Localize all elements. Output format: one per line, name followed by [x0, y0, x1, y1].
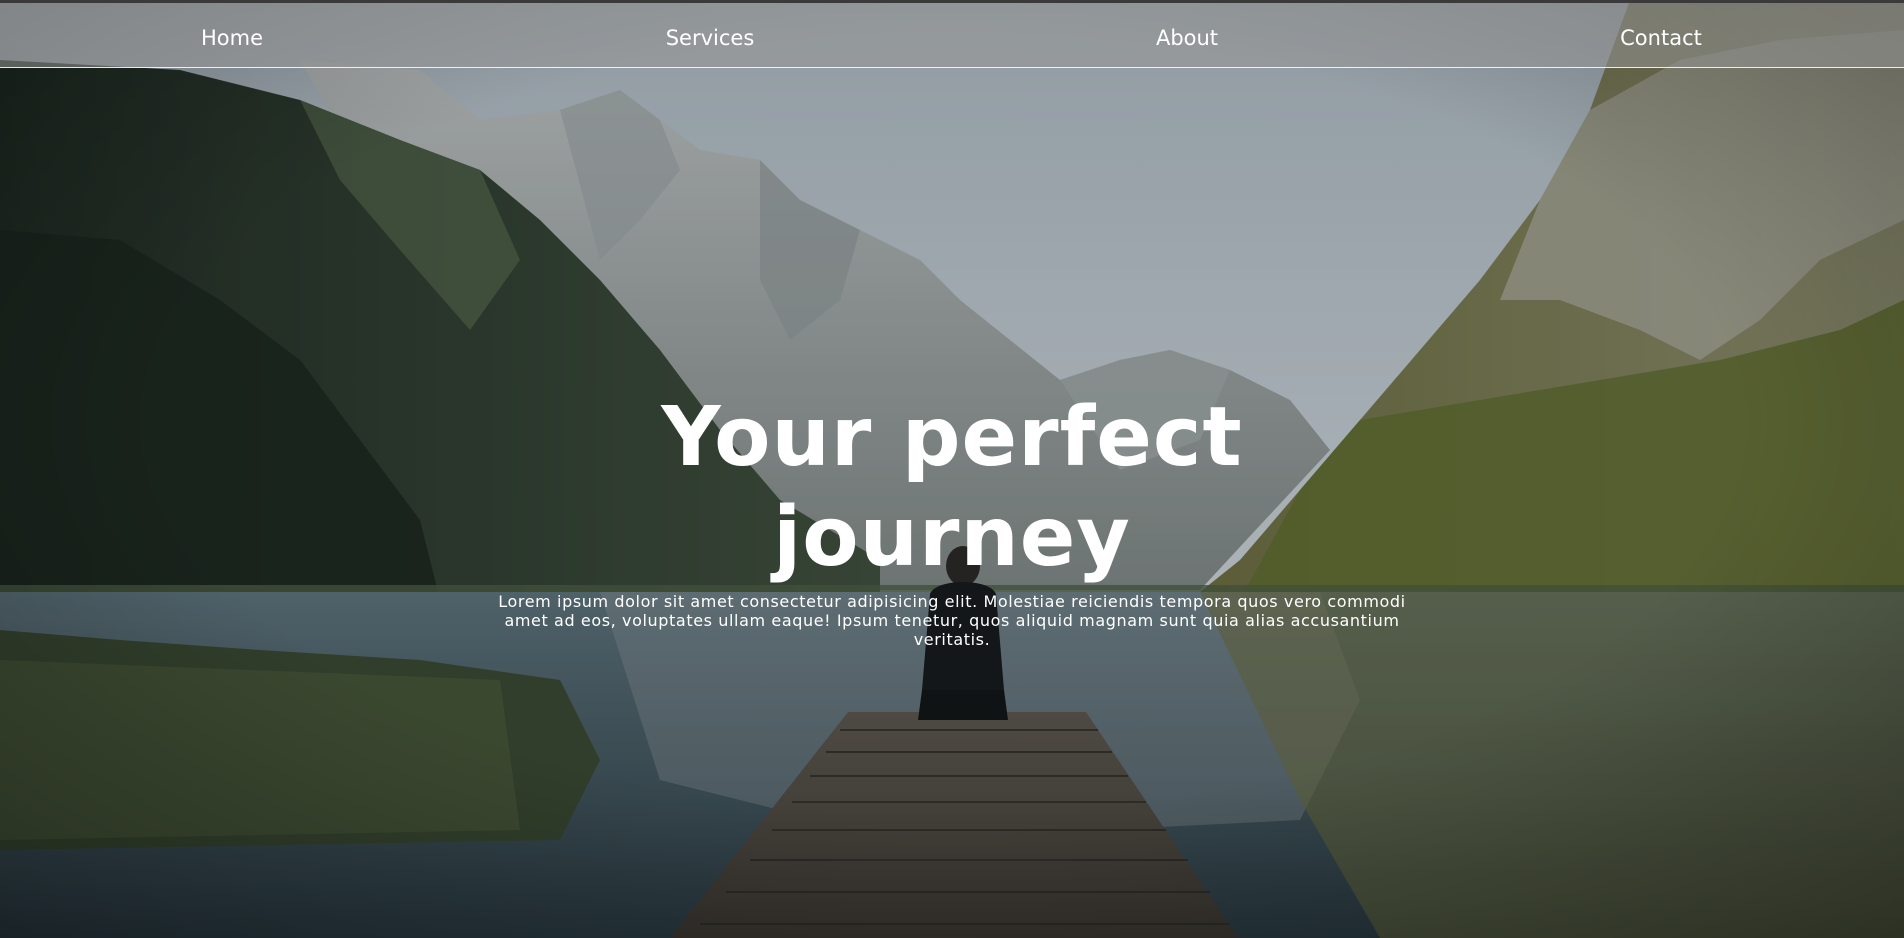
hero-title: Your perfect journey	[661, 390, 1243, 585]
nav-link-home[interactable]: Home	[132, 25, 332, 51]
hero-section: Home Services About Contact Your perfect…	[0, 0, 1904, 938]
hero-content: Your perfect journey Lorem ipsum dolor s…	[470, 388, 1434, 649]
hero-description: Lorem ipsum dolor sit amet consectetur a…	[498, 592, 1406, 649]
nav-link-services[interactable]: Services	[610, 25, 810, 51]
nav-link-contact[interactable]: Contact	[1561, 25, 1761, 51]
nav-link-about[interactable]: About	[1087, 25, 1287, 51]
top-navigation: Home Services About Contact	[0, 3, 1904, 68]
